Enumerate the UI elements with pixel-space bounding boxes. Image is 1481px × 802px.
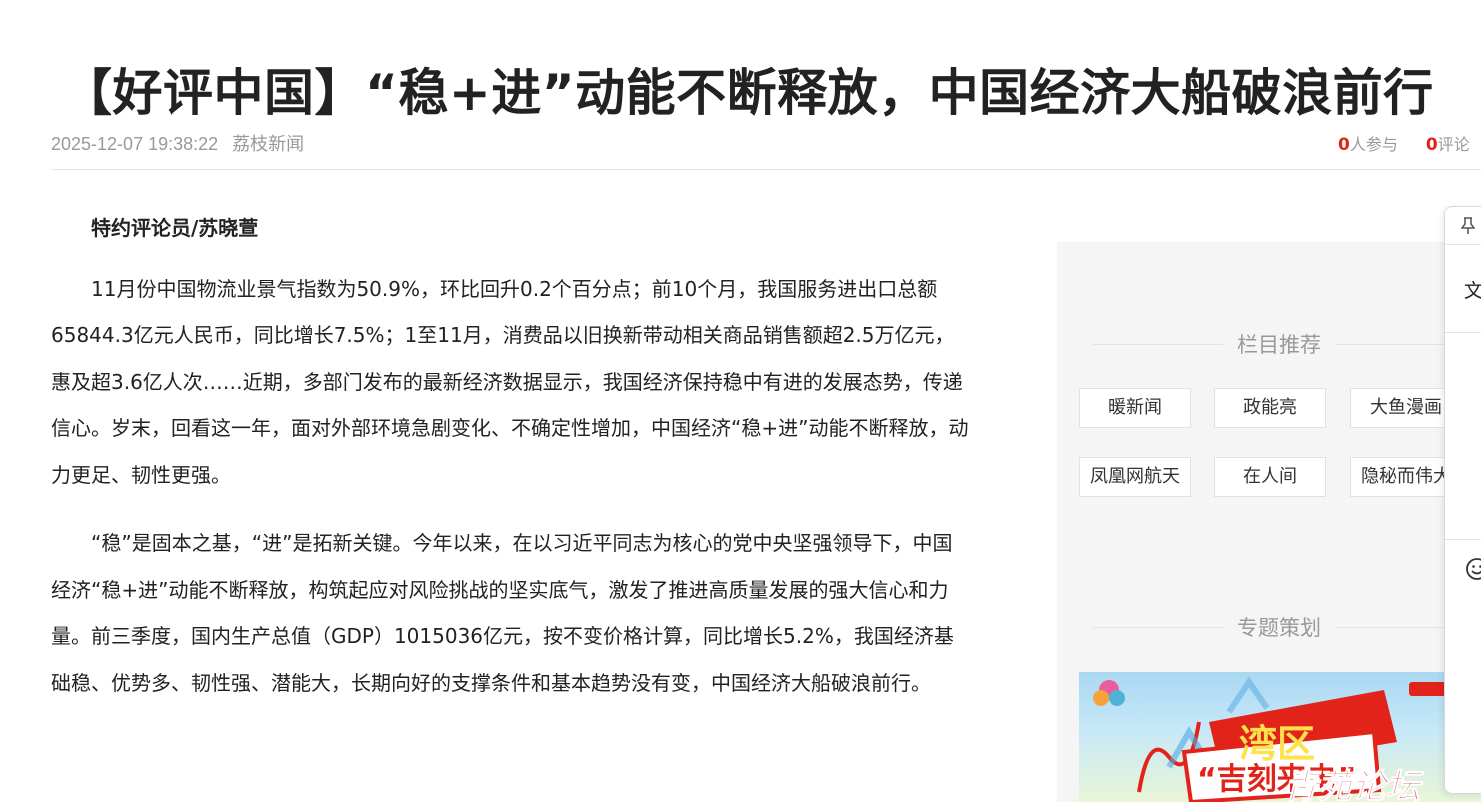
text-mode-button[interactable]: 文 <box>1464 276 1481 303</box>
tag-ifeng-aerospace[interactable]: 凤凰网航天 <box>1079 457 1191 497</box>
publish-datetime: 2025-12-07 19:38:22 <box>51 134 219 154</box>
sidebar: 栏目推荐 暖新闻 政能亮 大鱼漫画 凤凰网航天 在人间 隐秘而伟大 专题策划 湾… <box>1057 242 1481 802</box>
participants-link[interactable]: 0人参与 <box>1338 135 1398 155</box>
banner-figure <box>1226 676 1270 714</box>
comments-label: 评论 <box>1437 135 1470 154</box>
special-topics-title: 专题策划 <box>1079 612 1479 642</box>
article-meta: 2025-12-07 19:38:22 荔枝新闻 <box>51 130 304 156</box>
pin-icon-glyph <box>1460 217 1476 234</box>
banner-logo-petal <box>1093 690 1109 706</box>
pin-icon[interactable] <box>1460 217 1476 239</box>
article-author: 特约评论员/苏晓萱 <box>91 216 259 240</box>
tag-zhengnengliang[interactable]: 政能亮 <box>1214 388 1326 428</box>
article-source[interactable]: 荔枝新闻 <box>232 134 304 154</box>
toolbar-separator <box>1445 539 1481 540</box>
banner-headline: 湾区 <box>1239 722 1315 766</box>
participants-label: 人参与 <box>1349 135 1398 154</box>
header-divider <box>51 169 1481 170</box>
participants-count: 0 <box>1338 135 1350 155</box>
column-recommend-title: 栏目推荐 <box>1079 329 1479 359</box>
comments-count: 0 <box>1425 135 1438 155</box>
smile-icon[interactable] <box>1465 557 1481 585</box>
article-body: 特约评论员/苏晓萱 11月份中国物流业景气指数为50.9%，环比回升0.2个百分… <box>51 205 971 728</box>
article-paragraph-1: 11月份中国物流业景气指数为50.9%，环比回升0.2个百分点；前10个月，我国… <box>51 276 969 487</box>
smile-icon-glyph <box>1466 558 1481 580</box>
article-paragraph-2: “稳”是固本之基，“进”是拓新关键。今年以来，在以习近平同志为核心的党中央坚强领… <box>51 531 954 695</box>
toolbar-separator <box>1445 332 1481 333</box>
tag-warm-news[interactable]: 暖新闻 <box>1079 388 1191 428</box>
watermark: 青苑论坛 <box>1284 767 1424 802</box>
article-stats: 0人参与 0评论 <box>1338 131 1470 155</box>
banner-logo-petal <box>1109 690 1125 706</box>
special-topic-banner[interactable]: 湾区 “吉刻来电” 青苑论坛 <box>1079 672 1481 802</box>
floating-toolbar: 文 <box>1444 206 1481 794</box>
tag-renjian[interactable]: 在人间 <box>1214 457 1326 497</box>
banner-illustration: 湾区 “吉刻来电” 青苑论坛 <box>1093 676 1449 802</box>
comments-link[interactable]: 0评论 <box>1425 135 1470 155</box>
banner-sponsor-badge <box>1409 682 1449 696</box>
article-title: 【好评中国】“稳+进”动能不断释放，中国经济大船破浪前行 <box>62 63 1434 122</box>
toolbar-separator <box>1445 244 1481 245</box>
